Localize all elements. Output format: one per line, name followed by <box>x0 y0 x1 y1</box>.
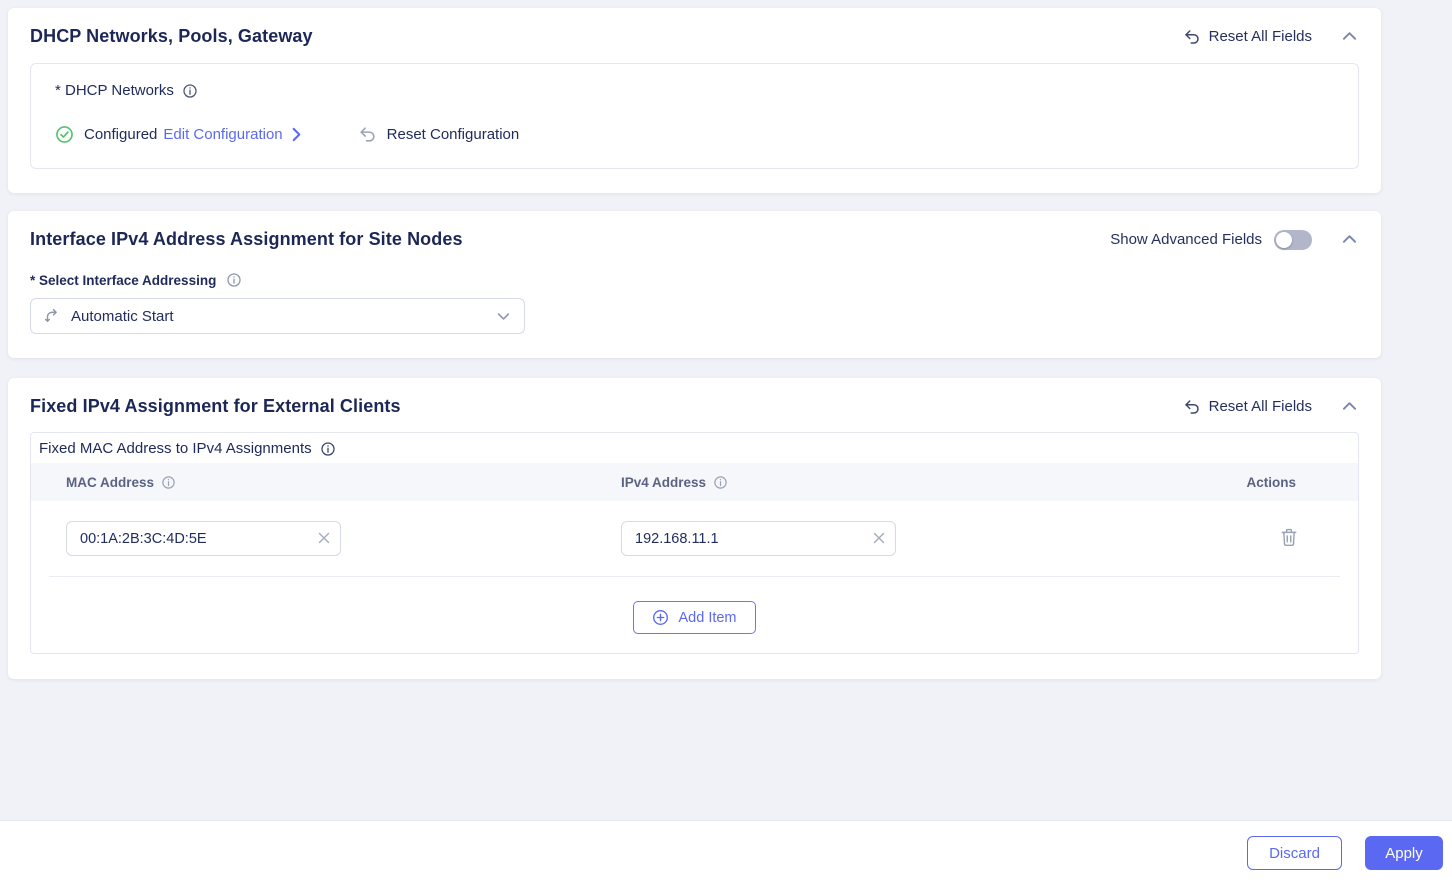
collapse-section-button[interactable] <box>1340 397 1359 416</box>
dhcp-config-status-row: Configured Edit Configuration Reset Conf… <box>55 125 1338 144</box>
route-icon <box>43 307 61 325</box>
chevron-up-icon <box>1342 29 1357 44</box>
interface-addressing-card: Interface IPv4 Address Assignment for Si… <box>8 211 1381 358</box>
dhcp-networks-field-label-row: * DHCP Networks <box>55 82 1338 99</box>
interface-addressing-select-value: Automatic Start <box>71 307 174 325</box>
table-header-row: MAC Address IPv4 Address Actions <box>31 463 1358 501</box>
x-clear-icon[interactable] <box>311 525 337 551</box>
advanced-fields-toggle-label: Show Advanced Fields <box>1110 231 1262 248</box>
info-circle-icon[interactable] <box>226 272 242 288</box>
interface-card-header: Interface IPv4 Address Assignment for Si… <box>30 229 1359 250</box>
interface-addressing-select[interactable]: Automatic Start <box>30 298 525 334</box>
fixed-card-header-actions: Reset All Fields <box>1183 397 1359 416</box>
reset-all-fields-label: Reset All Fields <box>1208 398 1312 415</box>
add-item-button[interactable]: Add Item <box>633 601 756 634</box>
fixed-card-title: Fixed IPv4 Assignment for External Clien… <box>30 396 401 416</box>
config-status-text: Configured <box>84 126 158 143</box>
mac-address-input-wrap <box>66 521 341 556</box>
reset-configuration-button[interactable]: Reset Configuration <box>358 125 520 144</box>
collapse-section-button[interactable] <box>1340 230 1359 249</box>
dhcp-networks-field-label: * DHCP Networks <box>55 82 174 99</box>
mac-address-input[interactable] <box>66 521 341 556</box>
interface-card-header-actions: Show Advanced Fields <box>1110 229 1359 250</box>
add-item-row: Add Item <box>31 577 1358 653</box>
select-interface-addressing-label-row: * Select Interface Addressing <box>30 272 1359 288</box>
collapse-section-button[interactable] <box>1340 27 1359 46</box>
undo-arrow-icon <box>1183 398 1201 416</box>
ipv4-address-cell <box>621 521 1211 556</box>
info-circle-icon[interactable] <box>161 475 176 490</box>
info-circle-icon[interactable] <box>320 441 336 457</box>
mac-address-header-label: MAC Address <box>66 474 155 490</box>
fixed-ipv4-card: Fixed IPv4 Assignment for External Clien… <box>8 378 1381 679</box>
column-header-ipv4: IPv4 Address <box>621 475 1211 490</box>
dhcp-card-title: DHCP Networks, Pools, Gateway <box>30 26 313 46</box>
mac-to-ipv4-table: Fixed MAC Address to IPv4 Assignments MA… <box>30 432 1359 654</box>
undo-arrow-icon <box>1183 28 1201 46</box>
discard-button[interactable]: Discard <box>1247 836 1342 870</box>
chevron-right-icon <box>291 127 302 142</box>
edit-configuration-link[interactable]: Edit Configuration <box>163 126 301 143</box>
reset-all-fields-button[interactable]: Reset All Fields <box>1183 28 1312 46</box>
chevron-up-icon <box>1342 399 1357 414</box>
edit-configuration-label: Edit Configuration <box>163 126 283 143</box>
info-circle-icon[interactable] <box>713 475 728 490</box>
mac-to-ipv4-table-label: Fixed MAC Address to IPv4 Assignments <box>39 440 312 457</box>
toggle-knob <box>1276 231 1292 248</box>
info-circle-icon[interactable] <box>182 83 198 99</box>
delete-row-button[interactable] <box>1278 526 1300 552</box>
row-actions-cell <box>1211 526 1358 552</box>
mac-address-cell <box>66 521 621 556</box>
settings-page: DHCP Networks, Pools, Gateway Reset All … <box>0 0 1452 705</box>
footer-action-bar: Discard Apply <box>0 820 1452 885</box>
trash-icon <box>1280 528 1298 550</box>
x-clear-icon[interactable] <box>866 525 892 551</box>
apply-button[interactable]: Apply <box>1365 836 1443 870</box>
check-circle-icon <box>55 125 74 144</box>
add-item-label: Add Item <box>678 609 737 626</box>
undo-arrow-icon <box>358 125 377 144</box>
reset-all-fields-label: Reset All Fields <box>1208 28 1312 45</box>
select-interface-addressing-label: * Select Interface Addressing <box>30 272 217 288</box>
dhcp-networks-field-box: * DHCP Networks Configured Edit Configur… <box>30 63 1359 169</box>
chevron-up-icon <box>1342 232 1357 247</box>
reset-configuration-label: Reset Configuration <box>386 126 520 143</box>
mac-to-ipv4-table-label-row: Fixed MAC Address to IPv4 Assignments <box>31 433 1358 463</box>
show-advanced-fields-toggle[interactable] <box>1274 229 1312 250</box>
plus-circle-icon <box>652 609 669 626</box>
ipv4-address-input[interactable] <box>621 521 896 556</box>
actions-header-label: Actions <box>1246 474 1296 490</box>
chevron-down-icon <box>497 312 510 321</box>
column-header-actions: Actions <box>1211 475 1358 490</box>
reset-all-fields-button[interactable]: Reset All Fields <box>1183 398 1312 416</box>
dhcp-networks-card: DHCP Networks, Pools, Gateway Reset All … <box>8 8 1381 193</box>
interface-card-title: Interface IPv4 Address Assignment for Si… <box>30 229 463 249</box>
dhcp-card-header-actions: Reset All Fields <box>1183 27 1359 46</box>
advanced-fields-toggle-row: Show Advanced Fields <box>1110 229 1312 250</box>
dhcp-card-header: DHCP Networks, Pools, Gateway Reset All … <box>30 26 1359 47</box>
ipv4-address-header-label: IPv4 Address <box>621 474 707 490</box>
column-header-mac: MAC Address <box>66 475 621 490</box>
fixed-card-header: Fixed IPv4 Assignment for External Clien… <box>30 396 1359 417</box>
ipv4-address-input-wrap <box>621 521 896 556</box>
table-row <box>31 501 1358 576</box>
